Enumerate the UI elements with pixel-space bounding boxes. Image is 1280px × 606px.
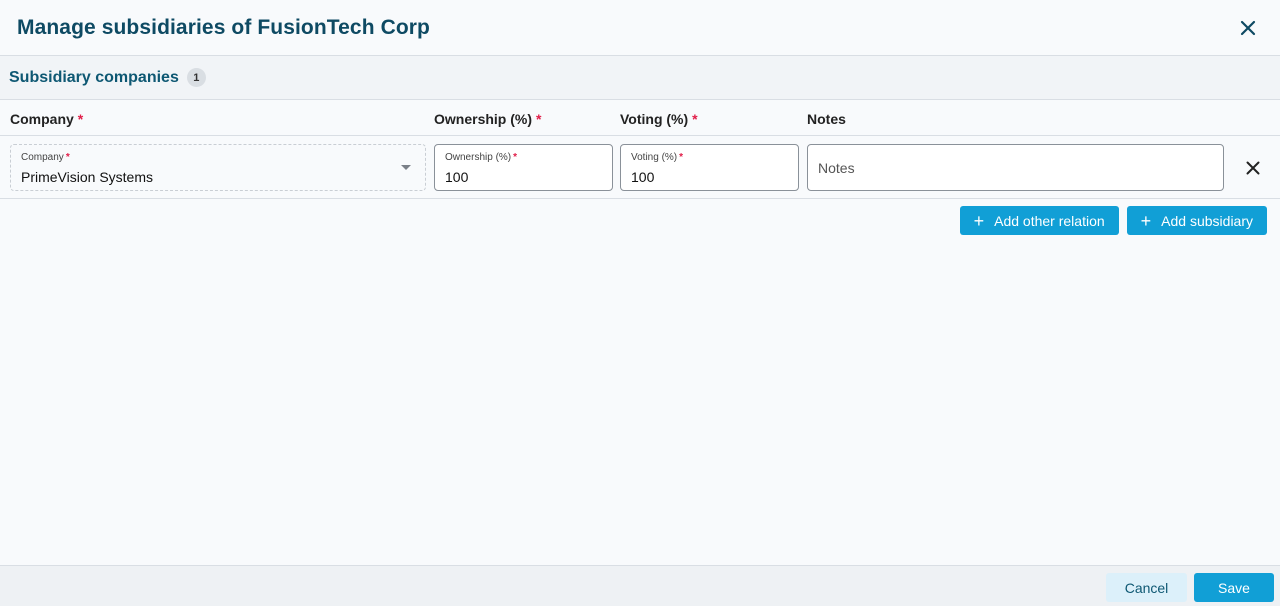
dialog-header: Manage subsidiaries of FusionTech Corp [0, 0, 1280, 56]
add-other-relation-label: Add other relation [994, 212, 1105, 229]
ownership-value: 100 [445, 169, 469, 185]
plus-icon: + [973, 210, 985, 231]
add-other-relation-button[interactable]: + Add other relation [959, 206, 1119, 235]
cancel-button[interactable]: Cancel [1106, 573, 1187, 602]
dialog-footer: Cancel Save [0, 565, 1280, 606]
voting-value: 100 [631, 169, 655, 185]
notes-placeholder: Notes [818, 160, 855, 176]
section-header: Subsidiary companies 1 [0, 56, 1280, 100]
column-header-company: Company * [10, 111, 84, 127]
table-row: Company * PrimeVision Systems Ownership (… [0, 136, 1280, 199]
column-header-notes: Notes [807, 111, 846, 127]
column-header-ownership: Ownership (%) * [434, 111, 542, 127]
close-icon [1246, 161, 1260, 175]
company-select[interactable]: Company * PrimeVision Systems [10, 144, 426, 191]
company-field-label: Company * [21, 152, 70, 163]
notes-input[interactable]: Notes [807, 144, 1224, 191]
dialog-title: Manage subsidiaries of FusionTech Corp [17, 15, 430, 39]
chevron-down-icon [401, 165, 411, 170]
add-subsidiary-button[interactable]: + Add subsidiary [1126, 206, 1267, 235]
voting-input[interactable]: Voting (%) * 100 [620, 144, 799, 191]
remove-row-button[interactable] [1243, 158, 1263, 178]
count-badge: 1 [186, 68, 206, 87]
ownership-field-label: Ownership (%) * [445, 152, 518, 163]
close-icon [1240, 20, 1256, 36]
voting-field-label: Voting (%) * [631, 152, 684, 163]
column-headers: Company * Ownership (%) * Voting (%) * Note… [0, 100, 1280, 136]
close-button[interactable] [1234, 14, 1262, 42]
column-header-voting: Voting (%) * [620, 111, 698, 127]
save-button[interactable]: Save [1194, 573, 1274, 602]
add-subsidiary-label: Add subsidiary [1161, 212, 1253, 229]
ownership-input[interactable]: Ownership (%) * 100 [434, 144, 613, 191]
company-value: PrimeVision Systems [21, 169, 154, 185]
section-title: Subsidiary companies [9, 68, 179, 86]
row-actions: + Add other relation + Add subsidiary [959, 206, 1267, 235]
plus-icon: + [1140, 210, 1152, 231]
